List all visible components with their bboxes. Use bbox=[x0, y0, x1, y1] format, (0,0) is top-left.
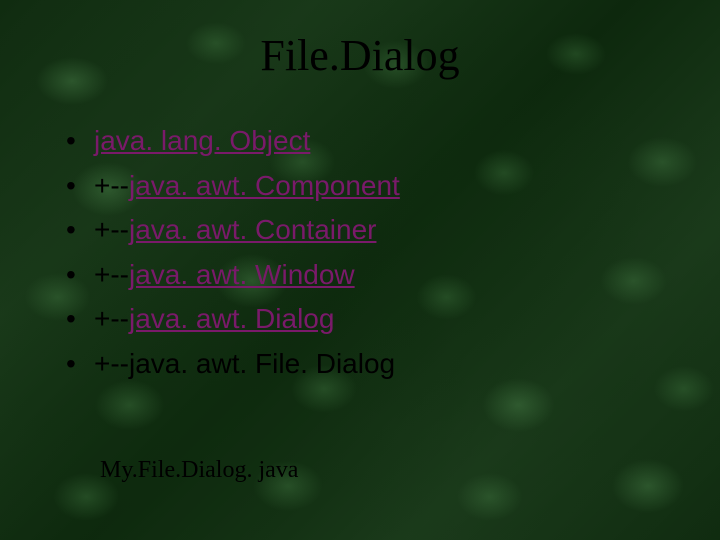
page-title: File.Dialog bbox=[0, 30, 720, 81]
list-item: +--java. awt. Dialog bbox=[66, 299, 720, 340]
class-link[interactable]: java. awt. Window bbox=[129, 259, 355, 290]
tree-prefix: +-- bbox=[94, 170, 129, 201]
class-link[interactable]: java. awt. Component bbox=[129, 170, 400, 201]
footer-filename: My.File.Dialog. java bbox=[100, 457, 298, 484]
tree-prefix: +-- bbox=[94, 259, 129, 290]
tree-prefix: +-- bbox=[94, 303, 129, 334]
class-link[interactable]: java. lang. Object bbox=[94, 125, 310, 156]
list-item: +--java. awt. Window bbox=[66, 255, 720, 296]
list-item: +--java. awt. File. Dialog bbox=[66, 344, 720, 385]
class-link[interactable]: java. awt. Container bbox=[129, 214, 376, 245]
tree-prefix: +-- bbox=[94, 214, 129, 245]
hierarchy-list: java. lang. Object +--java. awt. Compone… bbox=[0, 121, 720, 385]
tree-prefix: +-- bbox=[94, 348, 129, 379]
list-item: java. lang. Object bbox=[66, 121, 720, 162]
class-text: java. awt. File. Dialog bbox=[129, 348, 395, 379]
class-link[interactable]: java. awt. Dialog bbox=[129, 303, 334, 334]
slide: File.Dialog java. lang. Object +--java. … bbox=[0, 0, 720, 540]
list-item: +--java. awt. Container bbox=[66, 210, 720, 251]
list-item: +--java. awt. Component bbox=[66, 166, 720, 207]
